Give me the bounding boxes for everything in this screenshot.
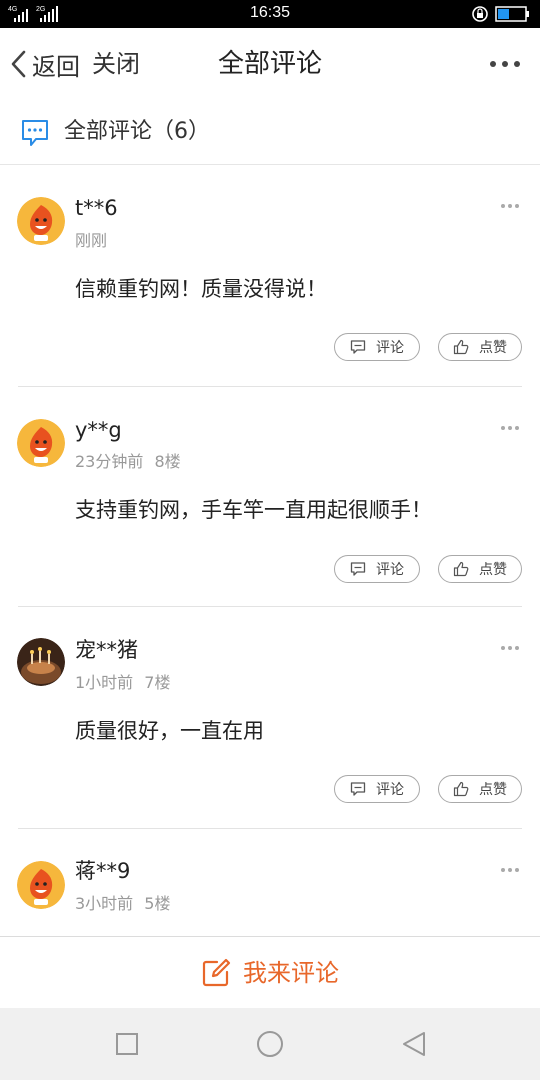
like-label: 点赞 bbox=[479, 782, 507, 798]
comment-icon bbox=[350, 340, 366, 354]
comment-more-icon[interactable] bbox=[500, 424, 520, 432]
section-title: 全部评论（6） bbox=[64, 119, 210, 144]
divider bbox=[18, 828, 522, 829]
divider bbox=[18, 606, 522, 607]
close-button[interactable]: 关闭 bbox=[92, 46, 140, 82]
comment-more-icon[interactable] bbox=[500, 866, 520, 874]
reply-button[interactable]: 评论 bbox=[334, 775, 420, 803]
reply-label: 评论 bbox=[376, 782, 404, 798]
reply-button[interactable]: 评论 bbox=[334, 555, 420, 583]
system-nav-bar bbox=[0, 1008, 540, 1080]
comment-time: 刚刚 bbox=[75, 231, 108, 250]
like-label: 点赞 bbox=[479, 562, 507, 578]
comment-meta: 23分钟前 8楼 bbox=[75, 450, 181, 474]
status-bar: 4G 2G 16:35 bbox=[0, 0, 540, 28]
comment-more-icon[interactable] bbox=[500, 202, 520, 210]
comment-text: 信赖重钓网！质量没得说！ bbox=[75, 277, 327, 301]
like-button[interactable]: 点赞 bbox=[438, 555, 522, 583]
reply-button[interactable]: 评论 bbox=[334, 333, 420, 361]
comment-text: 支持重钓网，手车竿一直用起很顺手！ bbox=[75, 498, 432, 522]
comment-floor: 8楼 bbox=[154, 452, 181, 471]
username: 蒋**9 bbox=[75, 859, 131, 883]
section-header: 全部评论（6） bbox=[0, 100, 540, 165]
reply-label: 评论 bbox=[376, 562, 404, 578]
mascot-avatar-icon bbox=[17, 197, 65, 245]
battery-icon bbox=[472, 6, 529, 22]
avatar[interactable] bbox=[17, 861, 65, 909]
chat-icon bbox=[22, 120, 48, 146]
username: y**g bbox=[75, 418, 122, 442]
clock: 16:35 bbox=[249, 4, 291, 21]
comment-icon bbox=[350, 562, 366, 576]
comment-floor: 7楼 bbox=[144, 673, 171, 692]
like-button[interactable]: 点赞 bbox=[438, 333, 522, 361]
thumbs-up-icon bbox=[453, 781, 469, 797]
thumbs-up-icon bbox=[453, 561, 469, 577]
mascot-avatar-icon bbox=[17, 861, 65, 909]
comment-floor: 5楼 bbox=[144, 894, 171, 913]
comment-more-icon[interactable] bbox=[500, 644, 520, 652]
like-label: 点赞 bbox=[479, 340, 507, 356]
avatar[interactable] bbox=[17, 197, 65, 245]
photo-avatar-icon bbox=[17, 638, 65, 686]
comment-meta: 刚刚 bbox=[75, 229, 107, 253]
edit-icon bbox=[202, 958, 231, 987]
back-button[interactable]: 返回 bbox=[8, 46, 90, 82]
bottom-bar: 我来评论 bbox=[0, 936, 540, 1008]
back-chevron-icon bbox=[11, 50, 26, 78]
comment-time: 1小时前 bbox=[75, 673, 134, 692]
write-comment-button[interactable]: 我来评论 bbox=[0, 955, 540, 991]
nav-bar: 返回 关闭 全部评论 bbox=[0, 28, 540, 100]
reply-label: 评论 bbox=[376, 340, 404, 356]
comment-meta: 3小时前 5楼 bbox=[75, 892, 170, 916]
username: 宠**猪 bbox=[75, 638, 138, 662]
like-button[interactable]: 点赞 bbox=[438, 775, 522, 803]
comment-text: 质量很好，一直在用 bbox=[75, 719, 264, 743]
avatar[interactable] bbox=[17, 419, 65, 467]
divider bbox=[18, 386, 522, 387]
mascot-avatar-icon bbox=[17, 419, 65, 467]
comment-time: 23分钟前 bbox=[75, 452, 144, 471]
write-comment-label: 我来评论 bbox=[243, 959, 339, 987]
avatar[interactable] bbox=[17, 638, 65, 686]
thumbs-up-icon bbox=[453, 339, 469, 355]
comment-time: 3小时前 bbox=[75, 894, 134, 913]
comment-icon bbox=[350, 782, 366, 796]
username: t**6 bbox=[75, 196, 118, 220]
back-label: 返回 bbox=[32, 52, 80, 81]
overview-icon[interactable] bbox=[111, 1028, 143, 1060]
comment-meta: 1小时前 7楼 bbox=[75, 671, 170, 695]
back-triangle-icon[interactable] bbox=[398, 1028, 430, 1060]
more-icon[interactable] bbox=[488, 50, 522, 78]
home-icon[interactable] bbox=[254, 1028, 286, 1060]
